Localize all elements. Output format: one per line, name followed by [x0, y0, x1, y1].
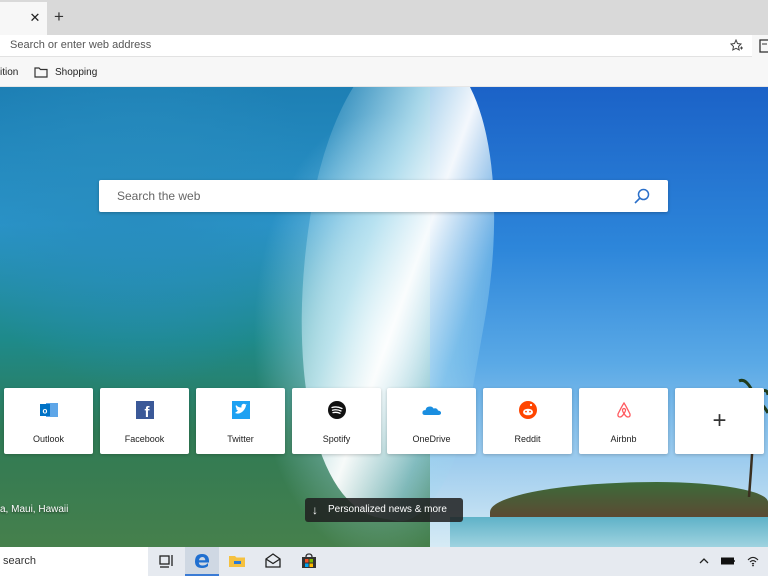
- chevron-up-icon[interactable]: [698, 555, 710, 567]
- edge-icon: [195, 554, 210, 568]
- twitter-icon: [232, 401, 250, 419]
- search-icon[interactable]: [633, 187, 651, 205]
- svg-text:o: o: [43, 407, 48, 416]
- add-icon: +: [712, 407, 727, 434]
- wifi-icon[interactable]: [747, 555, 759, 567]
- file-explorer-icon: [229, 556, 245, 567]
- mail-icon: [265, 553, 281, 568]
- tile-label: Reddit: [514, 434, 541, 444]
- top-site-twitter[interactable]: Twitter: [196, 388, 285, 454]
- spotify-icon: [328, 401, 346, 419]
- new-tab-page: Search the web o Outlook f Facebook Twit…: [0, 87, 768, 547]
- web-search-box[interactable]: Search the web: [99, 180, 668, 212]
- active-tab[interactable]: ✕: [0, 2, 47, 35]
- file-explorer-button[interactable]: [220, 547, 254, 576]
- mail-button[interactable]: [256, 547, 290, 576]
- store-icon: [302, 553, 316, 568]
- facebook-icon: f: [136, 401, 154, 419]
- edge-taskbar-button[interactable]: [185, 547, 219, 576]
- search-placeholder: Search the web: [117, 189, 201, 203]
- top-site-outlook[interactable]: o Outlook: [4, 388, 93, 454]
- tile-label: Outlook: [32, 434, 65, 444]
- airbnb-icon: [617, 401, 631, 418]
- tile-label: OneDrive: [412, 434, 451, 444]
- top-site-onedrive[interactable]: OneDrive: [387, 388, 476, 454]
- background-sea: [450, 517, 768, 547]
- tile-label: Airbnb: [610, 434, 637, 444]
- top-site-reddit[interactable]: Reddit: [483, 388, 572, 454]
- tile-label: Spotify: [322, 434, 351, 444]
- taskbar-search-text: search: [3, 555, 37, 567]
- battery-icon[interactable]: [721, 555, 735, 567]
- taskbar-search-box[interactable]: search: [0, 547, 148, 576]
- top-site-spotify[interactable]: Spotify: [292, 388, 381, 454]
- tile-label: Twitter: [227, 434, 254, 444]
- task-view-icon: [159, 555, 173, 568]
- reddit-icon: [519, 401, 537, 419]
- onedrive-icon: [422, 406, 442, 415]
- personalized-news-button[interactable]: ↓ Personalized news & more: [305, 498, 463, 522]
- taskbar: search: [0, 547, 768, 576]
- new-tab-button[interactable]: +: [52, 8, 66, 25]
- add-site-tile[interactable]: +: [675, 388, 764, 454]
- tile-label: Facebook: [124, 434, 165, 444]
- address-field[interactable]: Search or enter web address: [0, 35, 752, 57]
- arrow-down-icon: ↓: [312, 503, 318, 517]
- image-location-label[interactable]: a, Maui, Hawaii: [0, 504, 68, 515]
- top-site-airbnb[interactable]: Airbnb: [579, 388, 668, 454]
- store-button[interactable]: [292, 547, 326, 576]
- news-button-label: Personalized news & more: [328, 504, 447, 515]
- tab-bar: ✕ +: [0, 0, 768, 35]
- task-view-button[interactable]: [150, 547, 184, 576]
- favorites-bar: ition Shopping: [0, 57, 768, 87]
- star-add-icon[interactable]: [730, 39, 744, 53]
- favorite-folder-shopping[interactable]: Shopping: [55, 67, 97, 78]
- outlook-icon: o: [40, 403, 58, 417]
- address-placeholder: Search or enter web address: [10, 39, 152, 51]
- reading-view-icon[interactable]: [758, 39, 768, 53]
- favorite-item[interactable]: ition: [0, 67, 18, 78]
- top-site-facebook[interactable]: f Facebook: [100, 388, 189, 454]
- address-bar: Search or enter web address: [0, 35, 768, 57]
- folder-icon: [34, 67, 48, 78]
- close-tab-icon[interactable]: ✕: [28, 10, 42, 26]
